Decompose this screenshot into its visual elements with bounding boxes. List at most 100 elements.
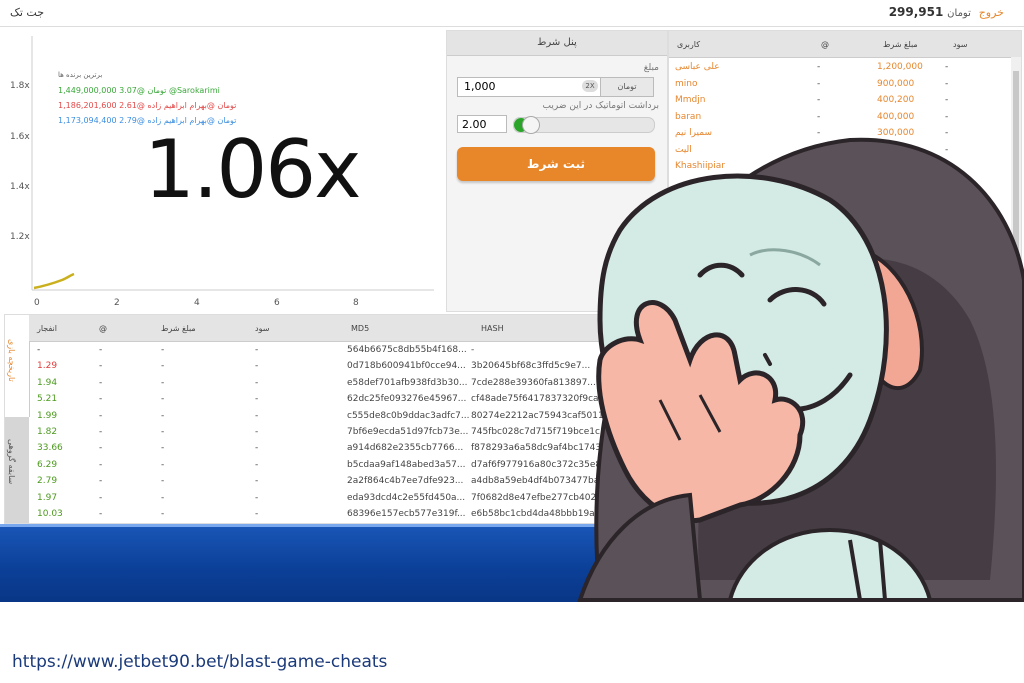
cell-hash: -: [471, 345, 475, 355]
cell-md5: b5cdaa9af148abed3a57...: [347, 459, 466, 470]
history-row[interactable]: 1.99 - - - c555de8c0b9ddac3adfc7... 80274e221…: [29, 409, 667, 425]
bet-panel: پنل شرط مبلغ 1,000 2X تومان برداشت اتوما…: [446, 30, 668, 312]
col-bet: مبلغ شرط: [883, 40, 918, 49]
cell-bet: -: [161, 492, 165, 503]
y-tick-label: 1.4x: [10, 182, 30, 192]
amount-value: 1,000: [464, 80, 496, 93]
cell-hash: f878293a6a58dc9af4bc1743f84...: [471, 443, 625, 454]
cell-user: سمیرا نیم: [675, 128, 712, 138]
balance-value: 299,951: [888, 5, 944, 19]
history-row[interactable]: - - - -564b6675c8db55b4f168... -: [29, 343, 667, 359]
cell-profit: -: [255, 476, 259, 487]
cell-hash: cf48ade75f6417837320f9ca...: [471, 394, 608, 405]
winner-entry: 1,449,000,000 3.07@ تومان @Sarokarimi: [58, 86, 220, 95]
banner-line: [0, 524, 1024, 527]
cell-at: -: [99, 459, 103, 470]
history-row[interactable]: 1.82 - - - 7bf6e9ecda51d97fcb73e... 745fbc028…: [29, 425, 667, 441]
cell-profit: -: [255, 443, 259, 454]
col-bet: مبلغ شرط: [161, 324, 196, 333]
amount-field[interactable]: 1,000 2X تومان: [457, 77, 654, 97]
balance-area: خروج تومان 299,951: [889, 5, 1012, 19]
scroll-thumb[interactable]: [1013, 71, 1019, 371]
cell-explode: 1.94: [37, 377, 58, 388]
cell-explode: 1.29: [37, 361, 58, 372]
cell-at: -: [99, 476, 103, 487]
col-md5: MD5: [351, 324, 370, 333]
cell-md5: 0d718b600941bf0cce94...: [347, 361, 466, 372]
auto-cashout-field[interactable]: 2.00: [457, 115, 507, 133]
x-tick-label: 4: [194, 298, 200, 308]
app-title: جت تک: [10, 6, 45, 19]
cell-bet: -: [161, 394, 165, 405]
cell-explode: 6.29: [37, 459, 58, 470]
cell-explode: 1.97: [37, 492, 58, 503]
cell-hash: e6b58bc1cbd4da48bbb19a399d52...: [471, 509, 638, 519]
history-row[interactable]: 6.29 - - - b5cdaa9af148abed3a57... d7af6f9779…: [29, 458, 667, 474]
cell-hash: 7f0682d8e47efbe277cb402e4a88...: [471, 492, 634, 503]
cell-md5: eda93dcd4c2e55fd450a...: [347, 492, 466, 503]
x-tick-label: 2: [114, 298, 120, 308]
history-row[interactable]: 1.97 - - - eda93dcd4c2e55fd450a... 7f0682d8e4…: [29, 491, 667, 507]
live-bets-scrollbar[interactable]: [1011, 57, 1021, 519]
history-row[interactable]: 33.66 - - - a914d682e2355cb7766... f878293a6a…: [29, 441, 667, 457]
y-tick-label: 1.8x: [10, 81, 30, 91]
place-bet-button[interactable]: ثبت شرط: [457, 147, 655, 181]
cell-md5: e58def701afb938fd3b30...: [347, 377, 468, 388]
cell-profit: -: [255, 345, 259, 355]
logout-link[interactable]: خروج: [979, 6, 1004, 19]
live-bets-panel: کاربری @ مبلغ شرط سود علی عباسی - 1,200,00…: [668, 30, 1022, 522]
cell-bet: 221,444: [877, 161, 915, 171]
cell-profit: -: [255, 361, 259, 372]
history-row[interactable]: 5.21 - - - 62dc25fe093276e45967... cf48ade75f…: [29, 392, 667, 408]
live-bet-row: سمیرا نیم - 300,000 -: [669, 126, 1021, 143]
history-tabs: تاریخچه بازی سابقه گروهی: [5, 315, 30, 523]
live-bet-row: علی عباسی - 1,200,000 -: [669, 60, 1021, 77]
cell-at: -: [99, 410, 103, 421]
cell-profit: -: [945, 111, 949, 122]
cell-profit: -: [945, 95, 949, 105]
currency-label: تومان: [947, 8, 971, 19]
cell-user: الیت: [675, 144, 692, 155]
cell-profit: -: [255, 427, 259, 437]
cell-profit: -: [255, 394, 259, 405]
history-panel: تاریخچه بازی سابقه گروهی انفجار @ مبلغ ش…: [4, 314, 668, 524]
history-row[interactable]: 1.94 - - - e58def701afb938fd3b30... 7cde288e3…: [29, 376, 667, 392]
cell-md5: 564b6675c8db55b4f168...: [347, 345, 467, 355]
source-url[interactable]: https://www.jetbet90.bet/blast-game-chea…: [12, 652, 387, 672]
cell-explode: 1.82: [37, 427, 58, 437]
cell-bet: 256,000: [877, 144, 915, 155]
col-at: @: [99, 324, 107, 333]
x-tick-label: 6: [274, 298, 280, 308]
auto-cashout-slider[interactable]: [513, 116, 655, 134]
history-row[interactable]: 2.79 - - - 2a2f864c4b7ee7dfe923... a4db8a59eb…: [29, 474, 667, 490]
live-bet-row: Mmdjn - 400,200 -: [669, 93, 1021, 110]
cell-bet: -: [161, 443, 165, 454]
amount-label: مبلغ: [643, 63, 659, 73]
tab-game-history[interactable]: تاریخچه بازی: [5, 315, 30, 417]
double-button[interactable]: 2X: [582, 80, 598, 92]
cell-bet: -: [161, 345, 165, 355]
cell-profit: -: [945, 144, 949, 155]
cell-at: -: [817, 78, 821, 89]
tab-group-history-label: سابقه گروهی: [7, 439, 16, 485]
slider-knob[interactable]: [522, 116, 540, 134]
tab-group-history[interactable]: سابقه گروهی: [5, 417, 29, 523]
top-winners: برترین برنده ها 1,449,000,000 3.07@ توما…: [58, 68, 236, 128]
cell-md5: 68396e157ecb577e319f...: [347, 509, 466, 519]
cell-bet: -: [161, 459, 165, 470]
current-multiplier: 1.06x: [144, 123, 361, 216]
col-at: @: [821, 40, 829, 49]
cell-at: -: [817, 111, 821, 122]
cell-at: -: [99, 361, 103, 372]
history-row[interactable]: 1.29 - - - 0d718b600941bf0cce94... 3b20645bf6…: [29, 359, 667, 375]
auto-cashout-label: برداشت اتوماتیک در این ضریب: [542, 101, 659, 111]
cell-at: -: [99, 509, 103, 519]
history-row[interactable]: 10.03 - - - 68396e157ecb577e319f... e6b58bc1c…: [29, 507, 667, 523]
cell-user: mino: [675, 78, 698, 89]
cell-explode: -: [37, 345, 41, 355]
cell-bet: -: [161, 377, 165, 388]
live-bet-row: mino - 900,000 -: [669, 77, 1021, 94]
cell-md5: c555de8c0b9ddac3adfc7...: [347, 410, 470, 421]
winner-entry: 1,186,201,600 2.61@ تومان @بهرام ابراهیم…: [58, 101, 237, 110]
cell-md5: 7bf6e9ecda51d97fcb73e...: [347, 427, 469, 437]
